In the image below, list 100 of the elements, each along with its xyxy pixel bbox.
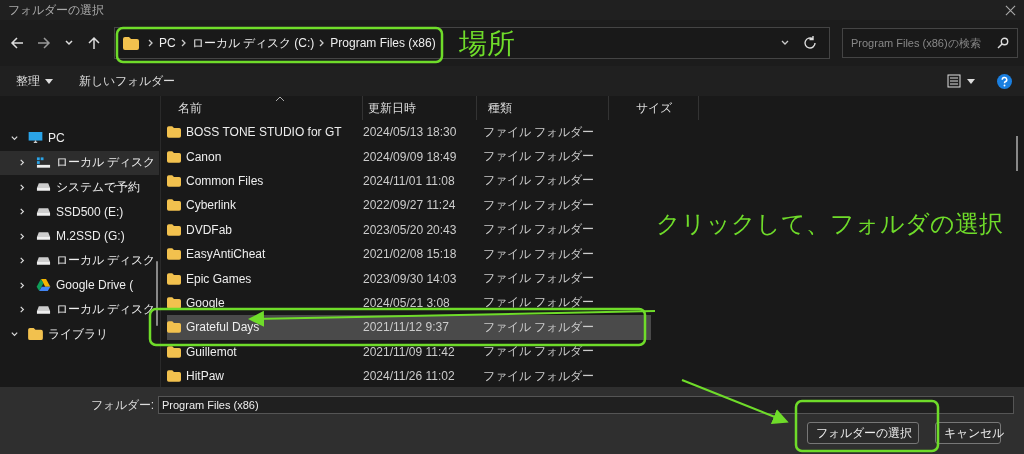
- folder-icon: [28, 328, 43, 341]
- search-field[interactable]: Program Files (x86)の検索: [842, 28, 1018, 58]
- file-type: ファイル フォルダー: [483, 148, 596, 166]
- chevron-down-icon[interactable]: [64, 38, 74, 48]
- up-arrow-icon[interactable]: [87, 36, 101, 50]
- folder-icon: [123, 36, 139, 50]
- file-name: BOSS TONE STUDIO for GT: [186, 125, 342, 140]
- drive-icon: [36, 254, 51, 267]
- sidebar-item[interactable]: M.2SSD (G:): [0, 224, 129, 249]
- folder-label: フォルダー:: [90, 396, 154, 414]
- breadcrumb-item[interactable]: ローカル ディスク (C:): [191, 34, 315, 52]
- file-row[interactable]: Guillemot 2021/11/09 11:42 ファイル フォルダー: [167, 339, 651, 364]
- file-type: ファイル フォルダー: [483, 245, 596, 263]
- breadcrumb-item[interactable]: PC: [159, 36, 176, 50]
- chevron-right-icon: [148, 39, 154, 47]
- forward-arrow-icon[interactable]: [37, 36, 51, 50]
- caret-icon: [45, 78, 53, 84]
- sidebar-label: ローカル ディスク: [56, 301, 156, 319]
- refresh-icon[interactable]: [803, 36, 817, 50]
- folder-icon: [167, 126, 181, 139]
- back-arrow-icon[interactable]: [10, 36, 24, 50]
- file-row[interactable]: DVDFab 2023/05/20 20:43 ファイル フォルダー: [167, 217, 651, 242]
- file-type: ファイル フォルダー: [483, 294, 596, 312]
- modified-date: 2023/09/30 14:03: [363, 271, 458, 286]
- chevron-right-icon[interactable]: [18, 207, 27, 217]
- modified-date: 2021/02/08 15:18: [363, 247, 458, 262]
- close-icon[interactable]: [1005, 4, 1016, 16]
- file-row[interactable]: Google 2024/05/21 3:08 ファイル フォルダー: [167, 290, 651, 316]
- chevron-right-icon: [180, 39, 187, 47]
- file-row[interactable]: Common Files 2024/11/01 11:08 ファイル フォルダー: [167, 168, 651, 194]
- modified-date: 2021/11/12 9:37: [363, 320, 450, 335]
- search-icon[interactable]: [997, 37, 1009, 49]
- file-row[interactable]: Grateful Days 2021/11/12 9:37 ファイル フォルダー: [167, 315, 651, 340]
- chevron-right-icon[interactable]: [18, 305, 27, 315]
- modified-date: 2024/05/21 3:08: [363, 295, 451, 310]
- folder-icon: [167, 296, 181, 309]
- column-header[interactable]: 更新日時: [363, 96, 477, 120]
- file-row[interactable]: Cyberlink 2022/09/27 11:24 ファイル フォルダー: [167, 193, 651, 218]
- new-folder-button[interactable]: 新しいフォルダー: [73, 69, 181, 93]
- chevron-right-icon[interactable]: [18, 158, 27, 168]
- file-type: ファイル フォルダー: [483, 172, 596, 190]
- sidebar-item[interactable]: SSD500 (E:): [0, 199, 128, 224]
- folder-icon: [167, 370, 181, 383]
- sidebar-item[interactable]: ローカル ディスク: [0, 150, 160, 175]
- folder-icon: [167, 199, 181, 212]
- sidebar-label: PC: [48, 131, 65, 146]
- column-header[interactable]: 種類: [483, 96, 609, 120]
- sidebar-item[interactable]: ローカル ディスク: [0, 297, 160, 322]
- sidebar-label: Google Drive (: [56, 278, 134, 293]
- organize-button[interactable]: 整理: [10, 69, 59, 93]
- caret-icon[interactable]: [967, 78, 975, 84]
- system-drive-icon: [36, 156, 51, 169]
- chevron-down-icon[interactable]: [10, 329, 19, 339]
- sidebar-label: SSD500 (E:): [56, 204, 124, 219]
- file-name: Grateful Days: [186, 320, 260, 335]
- file-type: ファイル フォルダー: [483, 318, 596, 336]
- file-row[interactable]: HitPaw 2024/11/26 11:02 ファイル フォルダー: [167, 363, 651, 389]
- annotation-label: 場所: [459, 30, 515, 58]
- file-type: ファイル フォルダー: [483, 367, 596, 385]
- chevron-right-icon[interactable]: [18, 182, 27, 192]
- column-header[interactable]: サイズ: [631, 96, 699, 120]
- file-name: HitPaw: [186, 369, 224, 384]
- file-type: ファイル フォルダー: [483, 343, 596, 361]
- sidebar-item[interactable]: ローカル ディスク: [0, 248, 160, 273]
- file-name: Cyberlink: [186, 198, 236, 213]
- file-row[interactable]: Epic Games 2023/09/30 14:03 ファイル フォルダー: [167, 266, 651, 291]
- file-row[interactable]: Canon 2024/09/09 18:49 ファイル フォルダー: [167, 144, 651, 169]
- file-row[interactable]: EasyAntiCheat 2021/02/08 15:18 ファイル フォルダー: [167, 241, 651, 267]
- sidebar-item[interactable]: システムで予約: [0, 175, 144, 200]
- select-folder-button[interactable]: フォルダーの選択: [807, 422, 919, 444]
- triangle-logo-icon: [36, 279, 51, 292]
- sidebar-label: M.2SSD (G:): [56, 229, 125, 244]
- column-header[interactable]: 名前: [163, 96, 363, 120]
- file-row[interactable]: BOSS TONE STUDIO for GT 2024/05/13 18:30 ファイル フォルダー: [167, 120, 651, 145]
- folder-icon: [167, 150, 181, 163]
- folder-icon: [167, 248, 181, 261]
- sidebar-item[interactable]: Google Drive (: [0, 273, 138, 298]
- help-icon[interactable]: [997, 73, 1012, 89]
- drive-icon: [36, 303, 51, 316]
- sidebar-item[interactable]: PC: [0, 126, 120, 151]
- sidebar-item[interactable]: ライブラリ: [0, 322, 120, 347]
- monitor-icon: [28, 132, 43, 145]
- folder-icon: [167, 321, 181, 334]
- chevron-right-icon[interactable]: [18, 256, 27, 266]
- chevron-right-icon[interactable]: [18, 280, 27, 290]
- drive-icon: [36, 205, 51, 218]
- chevron-right-icon[interactable]: [18, 231, 27, 241]
- breadcrumb-item[interactable]: Program Files (x86): [330, 36, 436, 50]
- file-name: Common Files: [186, 173, 264, 188]
- list-view-icon[interactable]: [947, 74, 961, 88]
- chevron-down-icon[interactable]: [10, 133, 19, 143]
- scrollbar-thumb[interactable]: [1016, 136, 1018, 171]
- sort-caret-icon: [275, 96, 285, 102]
- folder-icon: [167, 223, 181, 236]
- scrollbar-thumb[interactable]: [156, 261, 158, 326]
- file-name: Guillemot: [186, 344, 237, 359]
- folder-name-field[interactable]: Program Files (x86): [158, 396, 1014, 414]
- file-type: ファイル フォルダー: [483, 123, 596, 141]
- folder-icon: [167, 272, 181, 285]
- chevron-right-icon: [319, 39, 326, 47]
